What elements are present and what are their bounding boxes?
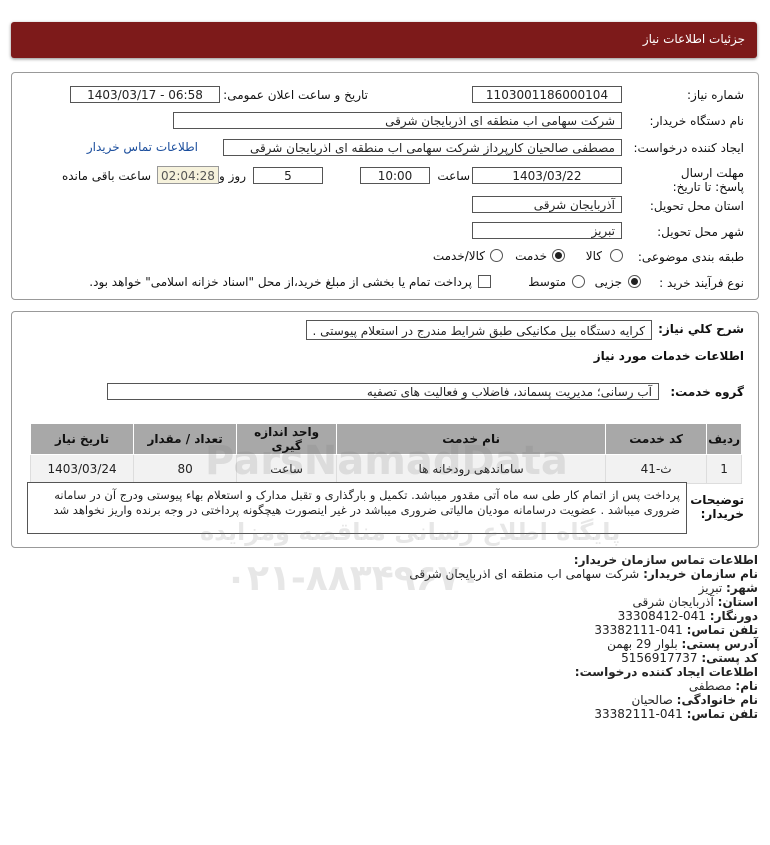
creator-label: ایجاد کننده درخواست: — [633, 141, 744, 155]
creator-first-name: نام: مصطفی — [18, 679, 758, 693]
page-title: جزئیات اطلاعات نیاز — [642, 32, 745, 46]
buyer-contact-link[interactable]: اطلاعات تماس خریدار — [87, 140, 198, 154]
days-field: 5 — [253, 167, 323, 184]
remaining-label: ساعت باقی مانده — [61, 169, 151, 183]
watermark-phone: ۰۲۱-۸۸۳۴۹۶۷۰ — [225, 558, 482, 599]
announce-field: 1403/03/17 - 06:58 — [70, 86, 220, 103]
process-radio-medium[interactable] — [572, 275, 585, 288]
contact-address-value: بلوار 29 بهمن — [607, 637, 678, 651]
announce-label: تاریخ و ساعت اعلان عمومی: — [223, 88, 368, 102]
category-option-goods-service: کالا/خدمت — [432, 249, 485, 263]
contact-postal-label: کد پستی: — [701, 651, 758, 665]
creator-last-name-label: نام خانوادگی: — [676, 693, 758, 707]
creator-first-name-value: مصطفی — [688, 679, 732, 693]
buyer-label: نام دستگاه خریدار: — [649, 114, 745, 128]
contact-city-label: شهر: — [726, 581, 758, 595]
days-label: روز و — [219, 169, 246, 183]
time-label: ساعت — [437, 169, 470, 183]
city-field: تبریز — [472, 222, 622, 239]
services-title: اطلاعات خدمات مورد نیاز — [593, 349, 744, 363]
process-label: نوع فرآیند خرید : — [659, 276, 744, 290]
contact-postal: کد پستی: 5156917737 — [18, 651, 758, 665]
deadline-date-field: 1403/03/22 — [472, 167, 622, 184]
creator-last-name-value: صالحیان — [631, 693, 673, 707]
process-radio-minor[interactable] — [628, 275, 641, 288]
contact-postal-value: 5156917737 — [621, 651, 698, 665]
province-field: آذربایجان شرقی — [472, 196, 622, 213]
treasury-payment-checkbox[interactable] — [478, 275, 491, 288]
category-radio-goods[interactable] — [610, 249, 623, 262]
category-radio-goods-service[interactable] — [490, 249, 503, 262]
creator-first-name-label: نام: — [735, 679, 758, 693]
creator-title: اطلاعات ایجاد کننده درخواست: — [574, 665, 758, 679]
contact-fax: دورنگار: 041-33308412 — [18, 609, 758, 623]
col-row: ردیف — [706, 423, 742, 455]
cell-row: 1 — [706, 454, 742, 484]
process-option-minor: جزیی — [594, 275, 622, 289]
category-label: طبقه بندی موضوعی: — [637, 250, 744, 264]
creator-last-name: نام خانوادگی: صالحیان — [18, 693, 758, 707]
contact-address: آدرس پستی: بلوار 29 بهمن — [18, 637, 758, 651]
contact-province-value: آذربایجان شرقی — [632, 595, 714, 609]
cell-date: 1403/03/24 — [29, 454, 135, 484]
contact-fax-label: دورنگار: — [709, 609, 758, 623]
need-number-field: 1103001186000104 — [472, 86, 622, 103]
watermark-slogan: پایگاه اطلاع رسانی مناقصه ومزایده — [200, 518, 621, 546]
page-header: جزئیات اطلاعات نیاز — [11, 22, 757, 58]
service-group-field: آب رسانی؛ مدیریت پسماند، فاضلاب و فعالیت… — [107, 383, 659, 400]
details-panel — [11, 72, 759, 300]
contact-phone-label: تلفن تماس: — [686, 623, 758, 637]
summary-label: شرح کلي نياز: — [658, 322, 744, 336]
contact-phone: تلفن تماس: 041-33382111 — [18, 623, 758, 637]
remaining-time: 02:04:28 — [157, 166, 219, 184]
service-group-label: گروه خدمت: — [670, 385, 744, 399]
need-number-label: شماره نیاز: — [687, 88, 744, 102]
contact-province-label: استان: — [717, 595, 758, 609]
notes-label: توضیحات خریدار: — [690, 493, 744, 521]
col-code: کد خدمت — [605, 423, 708, 455]
watermark-site: ParsNamadData — [205, 438, 568, 484]
creator-phone-value: 041-33382111 — [594, 707, 683, 721]
creator-phone-label: تلفن تماس: — [686, 707, 758, 721]
category-option-service: خدمت — [515, 249, 547, 263]
process-option-medium: متوسط — [528, 275, 566, 289]
contact-fax-value: 041-33308412 — [617, 609, 706, 623]
buyer-field: شرکت سهامی اب منطقه ای اذربایجان شرقی — [173, 112, 622, 129]
category-radio-service[interactable] — [552, 249, 565, 262]
cell-code: ث-41 — [605, 454, 708, 484]
creator-field: مصطفی صالحیان کارپرداز شرکت سهامی اب منط… — [223, 139, 622, 156]
creator-phone: تلفن تماس: 041-33382111 — [18, 707, 758, 721]
contact-phone-value: 041-33382111 — [594, 623, 683, 637]
payment-note: پرداخت تمام یا بخشی از مبلغ خرید،از محل … — [89, 275, 472, 289]
col-date: تاریخ نیاز — [29, 423, 135, 455]
city-label: شهر محل تحویل: — [657, 225, 744, 239]
contact-org-label: نام سازمان خریدار: — [643, 567, 758, 581]
contact-city-value: تبریز — [698, 581, 723, 595]
summary-field: کرایه دستگاه بیل مکانیکی طبق شرایط مندرج… — [306, 320, 652, 340]
category-option-goods: کالا — [585, 249, 602, 263]
contact-address-label: آدرس پستی: — [681, 637, 758, 651]
deadline-label: مهلت ارسال پاسخ: تا تاریخ: — [672, 166, 744, 194]
province-label: استان محل تحویل: — [649, 199, 744, 213]
deadline-time-field: 10:00 — [360, 167, 430, 184]
